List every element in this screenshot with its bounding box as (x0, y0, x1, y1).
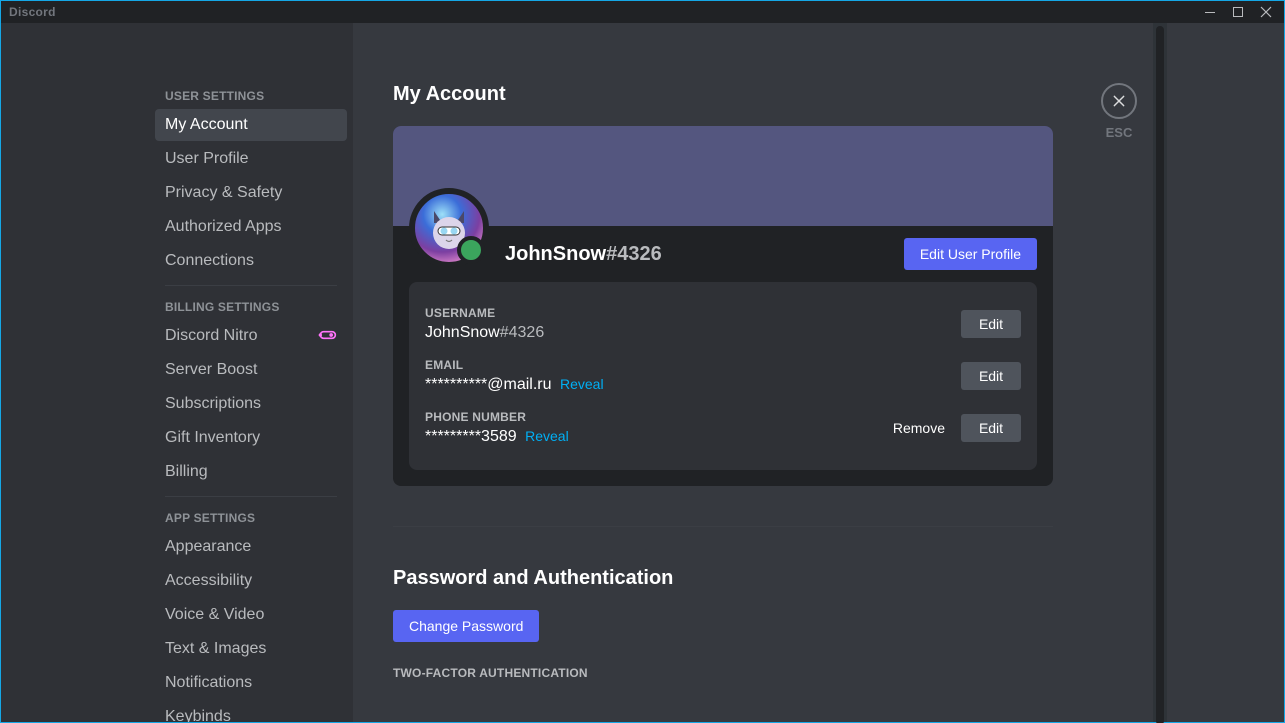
close-icon (1111, 93, 1127, 109)
change-password-button[interactable]: Change Password (393, 610, 539, 642)
sidebar-item-label: Notifications (165, 673, 252, 693)
sidebar-item-my-account[interactable]: My Account (155, 109, 347, 141)
sidebar-item-accessibility[interactable]: Accessibility (155, 565, 347, 597)
sidebar-item-label: Voice & Video (165, 605, 264, 625)
field-label: USERNAME (425, 306, 961, 320)
maximize-button[interactable] (1224, 1, 1252, 23)
sidebar-item-discord-nitro[interactable]: Discord Nitro (155, 320, 347, 352)
content-region: My Account (353, 23, 1284, 722)
field-value: **********@mail.ru Reveal (425, 376, 961, 394)
app-window: Discord USER SETTINGS My Account User Pr… (0, 0, 1285, 723)
edit-email-button[interactable]: Edit (961, 362, 1021, 390)
close-tools: ESC (1093, 23, 1153, 722)
discriminator-text: #4326 (500, 324, 545, 341)
app-title: Discord (9, 5, 56, 19)
sidebar-item-label: Connections (165, 251, 254, 271)
field-phone: PHONE NUMBER *********3589 Reveal Remove… (425, 402, 1021, 454)
sidebar-item-label: Authorized Apps (165, 217, 282, 237)
edit-user-profile-button[interactable]: Edit User Profile (904, 238, 1037, 270)
sidebar-item-label: Text & Images (165, 639, 266, 659)
content-scrollbar[interactable] (1153, 23, 1167, 722)
esc-label: ESC (1106, 125, 1133, 140)
field-username: USERNAME JohnSnow#4326 Edit (425, 298, 1021, 350)
field-value: *********3589 Reveal (425, 428, 893, 446)
sidebar-header-billing-settings: BILLING SETTINGS (155, 294, 347, 320)
field-label: PHONE NUMBER (425, 410, 893, 424)
sidebar-item-label: Gift Inventory (165, 428, 260, 448)
sidebar-header-user-settings: USER SETTINGS (155, 83, 347, 109)
sidebar-item-voice-video[interactable]: Voice & Video (155, 599, 347, 631)
field-label: EMAIL (425, 358, 961, 372)
sidebar-item-label: Discord Nitro (165, 326, 257, 346)
sidebar-region: USER SETTINGS My Account User Profile Pr… (1, 23, 353, 722)
sidebar-item-label: My Account (165, 115, 248, 135)
sidebar-separator (165, 496, 337, 497)
sidebar-item-keybinds[interactable]: Keybinds (155, 701, 347, 722)
field-email: EMAIL **********@mail.ru Reveal Edit (425, 350, 1021, 402)
sidebar-separator (165, 285, 337, 286)
content-column[interactable]: My Account (353, 23, 1093, 722)
reveal-phone-link[interactable]: Reveal (525, 428, 569, 444)
sidebar-item-connections[interactable]: Connections (155, 245, 347, 277)
sidebar-item-label: Keybinds (165, 707, 231, 722)
avatar-image-icon (424, 203, 474, 253)
field-value: JohnSnow#4326 (425, 324, 961, 342)
account-fields: USERNAME JohnSnow#4326 Edit E (409, 282, 1037, 470)
sidebar-header-app-settings: APP SETTINGS (155, 505, 347, 531)
titlebar: Discord (1, 1, 1284, 23)
close-settings-button[interactable] (1101, 83, 1137, 119)
settings-sidebar[interactable]: USER SETTINGS My Account User Profile Pr… (135, 23, 353, 722)
minimize-button[interactable] (1196, 1, 1224, 23)
avatar[interactable] (409, 188, 489, 268)
section-divider (393, 526, 1053, 527)
remove-phone-button[interactable]: Remove (893, 420, 945, 436)
sidebar-item-label: Server Boost (165, 360, 257, 380)
profile-header: JohnSnow#4326 Edit User Profile (393, 226, 1053, 274)
password-auth-title: Password and Authentication (393, 567, 1053, 590)
edit-phone-button[interactable]: Edit (961, 414, 1021, 442)
sidebar-item-label: Billing (165, 462, 208, 482)
close-window-button[interactable] (1252, 1, 1280, 23)
sidebar-item-label: Subscriptions (165, 394, 261, 414)
sidebar-item-privacy-safety[interactable]: Privacy & Safety (155, 177, 347, 209)
sidebar-item-label: Privacy & Safety (165, 183, 282, 203)
settings-body: USER SETTINGS My Account User Profile Pr… (1, 23, 1284, 722)
sidebar-item-authorized-apps[interactable]: Authorized Apps (155, 211, 347, 243)
sidebar-item-billing[interactable]: Billing (155, 456, 347, 488)
reveal-email-link[interactable]: Reveal (560, 376, 604, 392)
phone-text: *********3589 (425, 428, 517, 445)
window-controls (1196, 1, 1280, 23)
edit-username-button[interactable]: Edit (961, 310, 1021, 338)
username: JohnSnow (505, 243, 606, 265)
sidebar-item-subscriptions[interactable]: Subscriptions (155, 388, 347, 420)
page-title: My Account (393, 83, 1053, 106)
sidebar-item-user-profile[interactable]: User Profile (155, 143, 347, 175)
profile-card: JohnSnow#4326 Edit User Profile USERNAME… (393, 126, 1053, 486)
sidebar-item-label: User Profile (165, 149, 249, 169)
sidebar-item-appearance[interactable]: Appearance (155, 531, 347, 563)
discriminator: #4326 (606, 243, 662, 265)
sidebar-item-server-boost[interactable]: Server Boost (155, 354, 347, 386)
username-text: JohnSnow (425, 324, 500, 341)
username-tag: JohnSnow#4326 (505, 243, 662, 266)
sidebar-item-label: Appearance (165, 537, 251, 557)
sidebar-item-gift-inventory[interactable]: Gift Inventory (155, 422, 347, 454)
sidebar-item-text-images[interactable]: Text & Images (155, 633, 347, 665)
email-text: **********@mail.ru (425, 376, 552, 393)
nitro-icon (317, 326, 337, 346)
profile-banner (393, 126, 1053, 226)
sidebar-item-notifications[interactable]: Notifications (155, 667, 347, 699)
twofa-header: TWO-FACTOR AUTHENTICATION (393, 666, 1053, 680)
sidebar-item-label: Accessibility (165, 571, 252, 591)
